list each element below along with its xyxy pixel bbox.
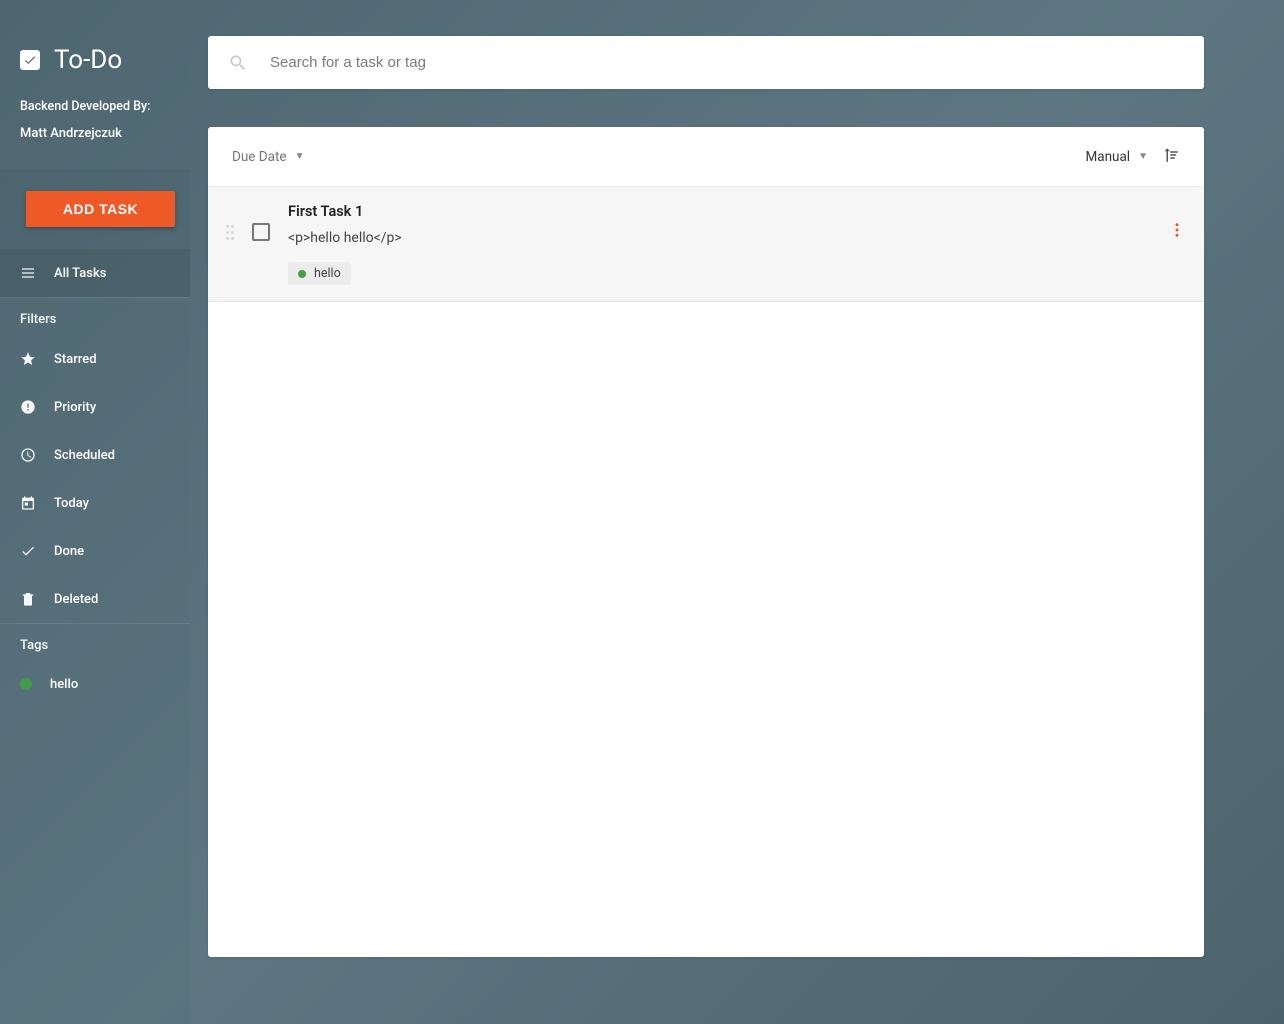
tag-hello[interactable]: hello <box>0 661 190 707</box>
drag-handle-icon[interactable] <box>226 203 240 240</box>
chevron-down-icon: ▼ <box>295 151 305 162</box>
search-bar <box>208 36 1204 89</box>
nav-deleted[interactable]: Deleted <box>0 575 190 623</box>
credits-author: Matt Andrzejczuk <box>20 126 170 141</box>
task-description: <p>hello hello</p> <box>288 230 1168 246</box>
app-title: To-Do <box>54 45 122 75</box>
add-task-button[interactable]: ADD TASK <box>26 191 175 227</box>
tag-color-dot <box>298 270 306 278</box>
sort-by-value: Manual <box>1085 149 1130 165</box>
tag-label: hello <box>50 677 78 692</box>
task-list-card: Due Date ▼ Manual ▼ First Task 1 <p>hell… <box>208 127 1204 957</box>
task-more-button[interactable] <box>1168 203 1186 243</box>
nav-label: Done <box>54 544 84 559</box>
chevron-down-icon: ▼ <box>1138 151 1148 162</box>
sort-direction-button[interactable] <box>1162 146 1180 168</box>
task-tag-list: hello <box>288 262 1168 285</box>
sort-by-dropdown[interactable]: Manual ▼ <box>1085 149 1148 165</box>
search-icon <box>228 53 248 73</box>
nav-label: Deleted <box>54 592 98 607</box>
task-checkbox[interactable] <box>252 223 270 241</box>
task-tag-label: hello <box>314 266 341 281</box>
list-toolbar: Due Date ▼ Manual ▼ <box>208 127 1204 187</box>
search-input[interactable] <box>268 53 1184 72</box>
nav-label: All Tasks <box>54 266 106 281</box>
check-icon <box>20 543 36 559</box>
nav-all-tasks[interactable]: All Tasks <box>0 249 190 297</box>
nav-label: Scheduled <box>54 448 115 463</box>
nav-label: Starred <box>54 352 97 367</box>
clock-icon <box>20 447 36 463</box>
main-content: Due Date ▼ Manual ▼ First Task 1 <p>hell… <box>190 0 1284 1024</box>
task-tag[interactable]: hello <box>288 262 351 285</box>
checkbox-checked-icon <box>20 50 40 70</box>
calendar-icon <box>20 495 36 511</box>
nav-label: Priority <box>54 400 96 415</box>
filters-header: Filters <box>0 298 190 335</box>
task-title: First Task 1 <box>288 203 1168 220</box>
tags-header: Tags <box>0 624 190 661</box>
list-icon <box>20 265 36 281</box>
error-icon <box>20 399 36 415</box>
group-by-value: Due Date <box>232 149 287 165</box>
tag-color-dot <box>20 678 32 690</box>
star-icon <box>20 351 36 367</box>
trash-icon <box>20 591 36 607</box>
nav-label: Today <box>54 496 89 511</box>
task-row[interactable]: First Task 1 <p>hello hello</p> hello <box>208 187 1204 302</box>
add-task-area: ADD TASK <box>0 169 190 249</box>
group-by-dropdown[interactable]: Due Date ▼ <box>232 149 305 165</box>
credits-label: Backend Developed By: <box>20 99 170 114</box>
brand: To-Do <box>20 45 170 75</box>
nav-starred[interactable]: Starred <box>0 335 190 383</box>
nav-today[interactable]: Today <box>0 479 190 527</box>
sidebar-header: To-Do Backend Developed By: Matt Andrzej… <box>0 0 190 169</box>
sidebar: To-Do Backend Developed By: Matt Andrzej… <box>0 0 190 1024</box>
task-body: First Task 1 <p>hello hello</p> hello <box>288 203 1168 285</box>
nav-done[interactable]: Done <box>0 527 190 575</box>
nav-priority[interactable]: Priority <box>0 383 190 431</box>
nav-scheduled[interactable]: Scheduled <box>0 431 190 479</box>
